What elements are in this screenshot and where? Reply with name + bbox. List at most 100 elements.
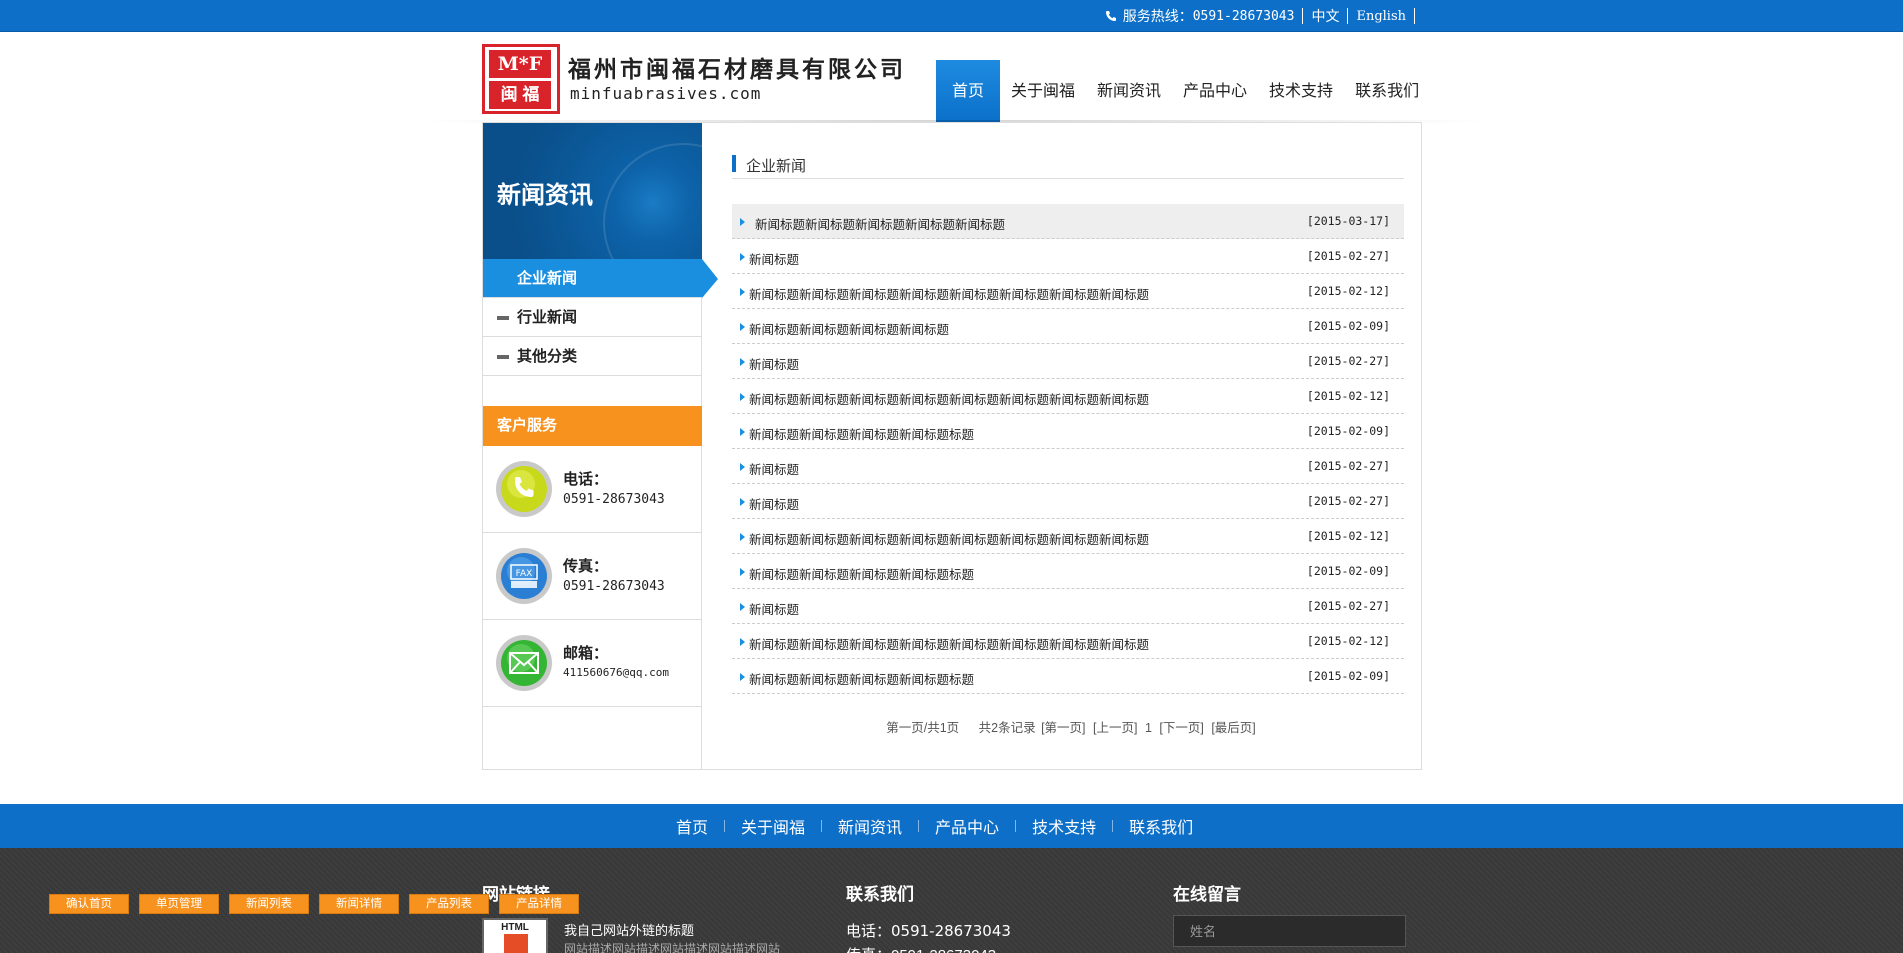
news-date: [2015-02-27]	[1306, 494, 1390, 508]
nav-item-news[interactable]: 新闻资讯	[1086, 60, 1172, 124]
news-title[interactable]: 新闻标题新闻标题新闻标题新闻标题新闻标题	[755, 214, 1005, 233]
sidebar-item-industry-news[interactable]: 行业新闻	[483, 298, 702, 337]
arrow-right-icon	[740, 673, 745, 681]
page-info: 第一页/共1页	[886, 721, 960, 735]
arrow-right-icon	[740, 638, 745, 646]
company-logo[interactable]: M*F 闽 福	[482, 44, 560, 114]
footer-nav-home[interactable]: 首页	[660, 814, 724, 838]
nav-item-support[interactable]: 技术支持	[1258, 60, 1344, 124]
footer-nav-about[interactable]: 关于闽福	[725, 814, 821, 838]
html5-shield-icon	[504, 934, 528, 953]
pagination: 第一页/共1页 共2条记录 [第一页] [上一页] 1 [下一页] [最后页]	[732, 717, 1404, 736]
contact-heading: 联系我们	[846, 885, 914, 904]
news-title[interactable]: 新闻标题新闻标题新闻标题新闻标题标题	[749, 669, 974, 688]
arrow-right-icon	[740, 218, 745, 226]
news-row[interactable]: 新闻标题新闻标题新闻标题新闻标题新闻标题新闻标题新闻标题新闻标题 [2015-02…	[732, 274, 1404, 309]
envelope-icon	[496, 635, 552, 691]
sidebar-banner: 新闻资讯	[483, 123, 702, 259]
heading-bar	[732, 155, 736, 172]
news-row[interactable]: 新闻标题新闻标题新闻标题新闻标题新闻标题新闻标题新闻标题新闻标题 [2015-02…	[732, 624, 1404, 659]
news-title[interactable]: 新闻标题	[749, 249, 799, 268]
news-date: [2015-02-09]	[1306, 424, 1390, 438]
lang-english-link[interactable]: English	[1356, 9, 1406, 24]
admin-toolbar: 确认首页 单页管理 新闻列表 新闻详情 产品列表 产品详情	[49, 894, 589, 914]
admin-news-list-button[interactable]: 新闻列表	[229, 894, 309, 914]
admin-news-detail-button[interactable]: 新闻详情	[319, 894, 399, 914]
news-date: [2015-02-09]	[1306, 669, 1390, 683]
sidebar-item-other[interactable]: 其他分类	[483, 337, 702, 376]
news-title[interactable]: 新闻标题新闻标题新闻标题新闻标题新闻标题新闻标题新闻标题新闻标题	[749, 389, 1149, 408]
arrow-right-icon	[740, 533, 745, 541]
news-date: [2015-02-27]	[1306, 249, 1390, 263]
arrow-right-icon	[740, 498, 745, 506]
news-title[interactable]: 新闻标题新闻标题新闻标题新闻标题	[749, 319, 949, 338]
news-title[interactable]: 新闻标题新闻标题新闻标题新闻标题新闻标题新闻标题新闻标题新闻标题	[749, 634, 1149, 653]
fax-value: 0591-28673043	[563, 579, 665, 594]
lang-chinese-link[interactable]: 中文	[1311, 6, 1339, 26]
nav-item-products[interactable]: 产品中心	[1172, 60, 1258, 124]
hotline-number: 0591-28673043	[1192, 8, 1295, 24]
customer-service-heading: 客户服务	[483, 406, 702, 446]
logo-top-text: M*F	[489, 50, 551, 78]
nav-item-about[interactable]: 关于闽福	[1000, 60, 1086, 124]
footer-nav-contact[interactable]: 联系我们	[1113, 814, 1209, 838]
news-row[interactable]: 新闻标题新闻标题新闻标题新闻标题新闻标题 [2015-03-17]	[732, 204, 1404, 239]
sidebar-item-label: 行业新闻	[517, 309, 578, 326]
next-page-link[interactable]: [下一页]	[1159, 721, 1203, 735]
site-header: M*F 闽 福 福州市闽福石材磨具有限公司 minfuabrasives.com…	[0, 32, 1903, 124]
service-email: 邮箱： 411560676@qq.com	[483, 620, 702, 707]
first-page-link[interactable]: [第一页]	[1041, 721, 1085, 735]
arrow-right-icon	[740, 463, 745, 471]
prev-page-link[interactable]: [上一页]	[1093, 721, 1137, 735]
news-row[interactable]: 新闻标题新闻标题新闻标题新闻标题 [2015-02-09]	[732, 309, 1404, 344]
news-title[interactable]: 新闻标题	[749, 599, 799, 618]
news-title[interactable]: 新闻标题新闻标题新闻标题新闻标题新闻标题新闻标题新闻标题新闻标题	[749, 284, 1149, 303]
news-row[interactable]: 新闻标题新闻标题新闻标题新闻标题新闻标题新闻标题新闻标题新闻标题 [2015-02…	[732, 519, 1404, 554]
news-row[interactable]: 新闻标题新闻标题新闻标题新闻标题标题 [2015-02-09]	[732, 659, 1404, 694]
news-date: [2015-02-12]	[1306, 634, 1390, 648]
admin-product-list-button[interactable]: 产品列表	[409, 894, 489, 914]
name-input[interactable]	[1173, 915, 1406, 947]
fax-icon: FAX	[496, 548, 552, 604]
section-title: 企业新闻	[746, 158, 807, 175]
news-row[interactable]: 新闻标题新闻标题新闻标题新闻标题标题 [2015-02-09]	[732, 414, 1404, 449]
news-title[interactable]: 新闻标题新闻标题新闻标题新闻标题新闻标题新闻标题新闻标题新闻标题	[749, 529, 1149, 548]
news-row[interactable]: 新闻标题新闻标题新闻标题新闻标题新闻标题新闻标题新闻标题新闻标题 [2015-02…	[732, 379, 1404, 414]
news-row[interactable]: 新闻标题 [2015-02-27]	[732, 344, 1404, 379]
divider	[1347, 8, 1349, 24]
news-title[interactable]: 新闻标题新闻标题新闻标题新闻标题标题	[749, 424, 974, 443]
news-row[interactable]: 新闻标题 [2015-02-27]	[732, 484, 1404, 519]
footer-nav-support[interactable]: 技术支持	[1016, 814, 1112, 838]
news-title[interactable]: 新闻标题	[749, 459, 799, 478]
admin-product-detail-button[interactable]: 产品详情	[499, 894, 579, 914]
phone-icon	[1105, 11, 1116, 21]
news-row[interactable]: 新闻标题 [2015-02-27]	[732, 589, 1404, 624]
sidebar-title: 新闻资讯	[497, 182, 593, 209]
news-date: [2015-03-17]	[1306, 214, 1390, 228]
news-date: [2015-02-12]	[1306, 389, 1390, 403]
admin-confirm-home-button[interactable]: 确认首页	[49, 894, 129, 914]
arrow-right-icon	[740, 323, 745, 331]
footer-nav-products[interactable]: 产品中心	[919, 814, 1015, 838]
news-row[interactable]: 新闻标题 [2015-02-27]	[732, 449, 1404, 484]
admin-page-manage-button[interactable]: 单页管理	[139, 894, 219, 914]
email-value[interactable]: 411560676@qq.com	[563, 666, 669, 679]
news-title[interactable]: 新闻标题	[749, 354, 799, 373]
news-row[interactable]: 新闻标题新闻标题新闻标题新闻标题标题 [2015-02-09]	[732, 554, 1404, 589]
current-page: 1	[1144, 721, 1152, 735]
news-row[interactable]: 新闻标题 [2015-02-27]	[732, 239, 1404, 274]
sidebar-item-company-news[interactable]: 企业新闻	[483, 259, 718, 298]
news-title[interactable]: 新闻标题新闻标题新闻标题新闻标题标题	[749, 564, 974, 583]
nav-item-home[interactable]: 首页	[936, 60, 1000, 124]
last-page-link[interactable]: [最后页]	[1211, 721, 1255, 735]
html5-logo-icon[interactable]: HTML	[482, 918, 548, 953]
nav-item-contact[interactable]: 联系我们	[1344, 60, 1430, 124]
external-link-title[interactable]: 我自己网站外链的标题	[564, 920, 694, 939]
footer-nav-news[interactable]: 新闻资讯	[822, 814, 918, 838]
record-info: 共2条记录	[978, 721, 1036, 735]
footer-fax: 传真：0591-28673043	[846, 944, 996, 953]
section-heading: 企业新闻	[732, 155, 1404, 179]
news-title[interactable]: 新闻标题	[749, 494, 799, 513]
arrow-right-icon	[740, 603, 745, 611]
phone-icon	[496, 461, 552, 517]
